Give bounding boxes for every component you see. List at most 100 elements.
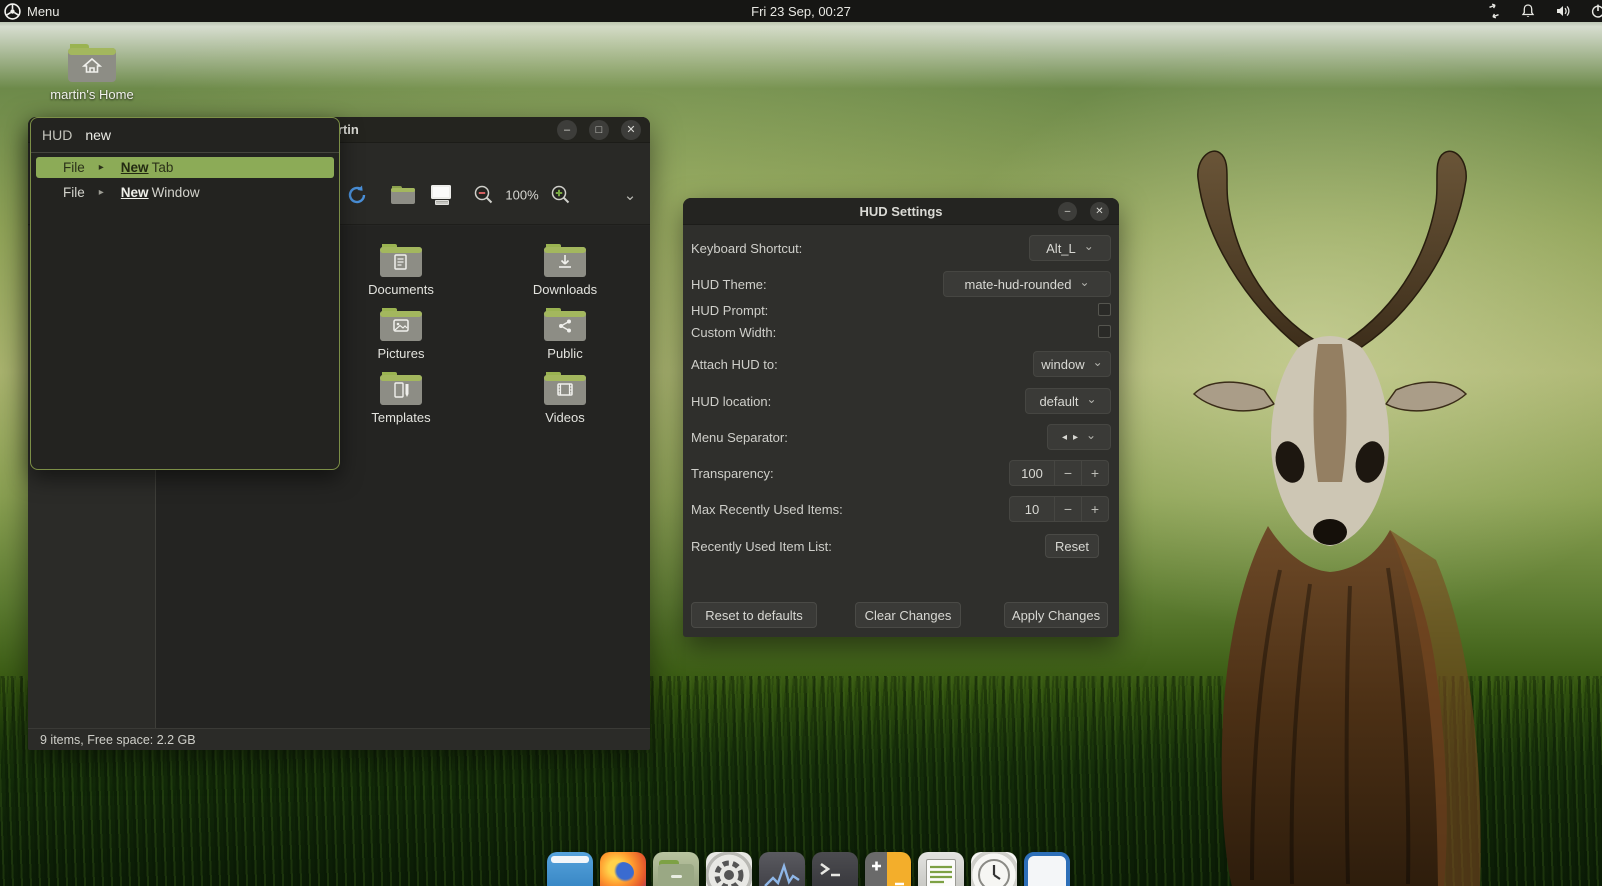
rest-text: Tab (151, 160, 174, 175)
match-text: New (120, 185, 149, 200)
apply-changes-button[interactable]: Apply Changes (1004, 602, 1108, 628)
row-transparency: Transparency: 100 − + (691, 460, 1111, 486)
dropdown-value: Alt_L (1046, 240, 1076, 256)
desktop: Menu Fri 23 Sep, 00:27 martin's Home – □… (0, 0, 1602, 886)
system-monitor-icon[interactable] (759, 852, 805, 886)
computer-icon[interactable] (427, 183, 453, 207)
clear-changes-button[interactable]: Clear Changes (855, 602, 961, 628)
setting-label: HUD location: (691, 393, 772, 409)
setting-label: Transparency: (691, 465, 774, 481)
chevron-down-icon: ⌄ (1079, 275, 1090, 289)
folder-label: Public (547, 346, 583, 361)
spinner-value: 10 (1024, 501, 1040, 517)
sync-indicator-icon[interactable] (1486, 3, 1502, 19)
dropdown-value: default (1039, 393, 1079, 409)
transparency-spinner[interactable]: 100 − + (1009, 460, 1109, 486)
folder-templates[interactable]: Templates (341, 370, 461, 425)
minimize-button[interactable]: – (1058, 202, 1077, 221)
folder-documents[interactable]: Documents (341, 242, 461, 297)
maximize-button[interactable]: □ (589, 120, 609, 140)
row-recent-list: Recently Used Item List: Reset (691, 534, 1111, 558)
toolbar-overflow-chevron-icon[interactable]: ⌄ (624, 186, 637, 204)
menu-path-label: File (63, 160, 85, 175)
notifications-icon[interactable] (1520, 3, 1536, 19)
zoom-in-icon[interactable] (550, 184, 572, 206)
close-button[interactable]: ✕ (621, 120, 641, 140)
setting-label: Attach HUD to: (691, 356, 778, 372)
hud-settings-window: HUD Settings – ✕ Keyboard Shortcut: Alt_… (683, 198, 1119, 637)
hud-result-new-tab[interactable]: File ▸ New Tab (36, 157, 334, 178)
hud-settings-titlebar[interactable]: HUD Settings – ✕ (683, 198, 1119, 225)
close-button[interactable]: ✕ (1090, 202, 1109, 221)
folder-public[interactable]: Public (505, 306, 625, 361)
increment-button[interactable]: + (1081, 461, 1108, 485)
spinner-value: 100 (1021, 465, 1043, 481)
increment-button[interactable]: + (1081, 497, 1108, 521)
separator-right-icon: ▸ (1072, 431, 1078, 443)
hud-result-new-window[interactable]: File ▸ New Window (36, 182, 334, 203)
text-editor-icon[interactable] (918, 852, 964, 886)
folder-label: Downloads (532, 282, 598, 297)
setting-label: HUD Prompt: (691, 302, 769, 318)
folder-downloads[interactable]: Downloads (505, 242, 625, 297)
hud-prompt-checkbox[interactable] (1098, 303, 1111, 316)
calculator-icon[interactable] (865, 852, 911, 886)
submenu-arrow-icon: ▸ (98, 162, 104, 173)
hud-settings-title: HUD Settings (859, 204, 943, 219)
folder-label: Videos (545, 410, 585, 425)
refresh-button-icon[interactable] (346, 184, 368, 206)
reset-to-defaults-button[interactable]: Reset to defaults (691, 602, 817, 628)
submenu-arrow-icon: ▸ (98, 187, 104, 198)
power-icon[interactable] (1590, 3, 1602, 19)
custom-width-checkbox[interactable] (1098, 325, 1111, 338)
reset-recent-button[interactable]: Reset (1045, 534, 1099, 558)
setting-label: Recently Used Item List: (691, 538, 832, 554)
home-icon-label: martin's Home (50, 87, 134, 102)
software-boutique-icon[interactable] (547, 852, 593, 886)
clock-icon[interactable] (971, 852, 1017, 886)
volume-icon[interactable] (1555, 3, 1571, 19)
home-desktop-icon[interactable]: martin's Home (32, 42, 152, 102)
setting-label: Max Recently Used Items: (691, 501, 843, 517)
hud-location-dropdown[interactable]: default ⌄ (1025, 388, 1111, 414)
home-folder-icon (68, 44, 116, 82)
hud-prompt-label: HUD (42, 127, 73, 143)
hud-window: HUD new File ▸ New Tab File ▸ New Window (30, 117, 340, 470)
folder-pictures[interactable]: Pictures (341, 306, 461, 361)
folder-label: Pictures (377, 346, 425, 361)
zoom-level-label[interactable]: 100% (505, 188, 538, 203)
minimize-button[interactable]: – (557, 120, 577, 140)
welcome-icon[interactable] (1024, 852, 1070, 886)
chevron-down-icon: ⌄ (1086, 428, 1097, 442)
max-recent-spinner[interactable]: 10 − + (1009, 496, 1109, 522)
menu-separator-dropdown[interactable]: ◂ ▸ ⌄ (1047, 424, 1111, 450)
hud-theme-dropdown[interactable]: mate-hud-rounded ⌄ (943, 271, 1111, 297)
keyboard-shortcut-dropdown[interactable]: Alt_L ⌄ (1029, 235, 1111, 261)
row-custom-width: Custom Width: (691, 324, 1111, 340)
dropdown-value: mate-hud-rounded (964, 276, 1072, 292)
firefox-icon[interactable] (600, 852, 646, 886)
attach-hud-dropdown[interactable]: window ⌄ (1033, 351, 1111, 377)
row-keyboard-shortcut: Keyboard Shortcut: Alt_L ⌄ (691, 235, 1111, 261)
decrement-button[interactable]: − (1054, 461, 1081, 485)
folder-label: Templates (371, 410, 431, 425)
folder-label: Documents (368, 282, 434, 297)
file-manager-icon[interactable] (653, 852, 699, 886)
decrement-button[interactable]: − (1054, 497, 1081, 521)
setting-label: Keyboard Shortcut: (691, 240, 803, 256)
folder-videos[interactable]: Videos (505, 370, 625, 425)
row-hud-prompt: HUD Prompt: (691, 302, 1111, 318)
separator-left-icon: ◂ (1061, 431, 1067, 443)
zoom-out-icon[interactable] (473, 184, 495, 206)
control-center-icon[interactable] (706, 852, 752, 886)
hud-search-query: new (85, 127, 112, 143)
folder-icon (544, 308, 586, 341)
setting-label: HUD Theme: (691, 276, 767, 292)
open-folder-icon[interactable] (390, 184, 416, 206)
terminal-icon[interactable] (812, 852, 858, 886)
panel-clock[interactable]: Fri 23 Sep, 00:27 (0, 4, 1602, 19)
hud-search-bar[interactable]: HUD new (31, 118, 339, 153)
setting-label: Custom Width: (691, 324, 777, 340)
statusbar: 9 items, Free space: 2.2 GB (28, 728, 650, 750)
folder-icon (544, 372, 586, 405)
